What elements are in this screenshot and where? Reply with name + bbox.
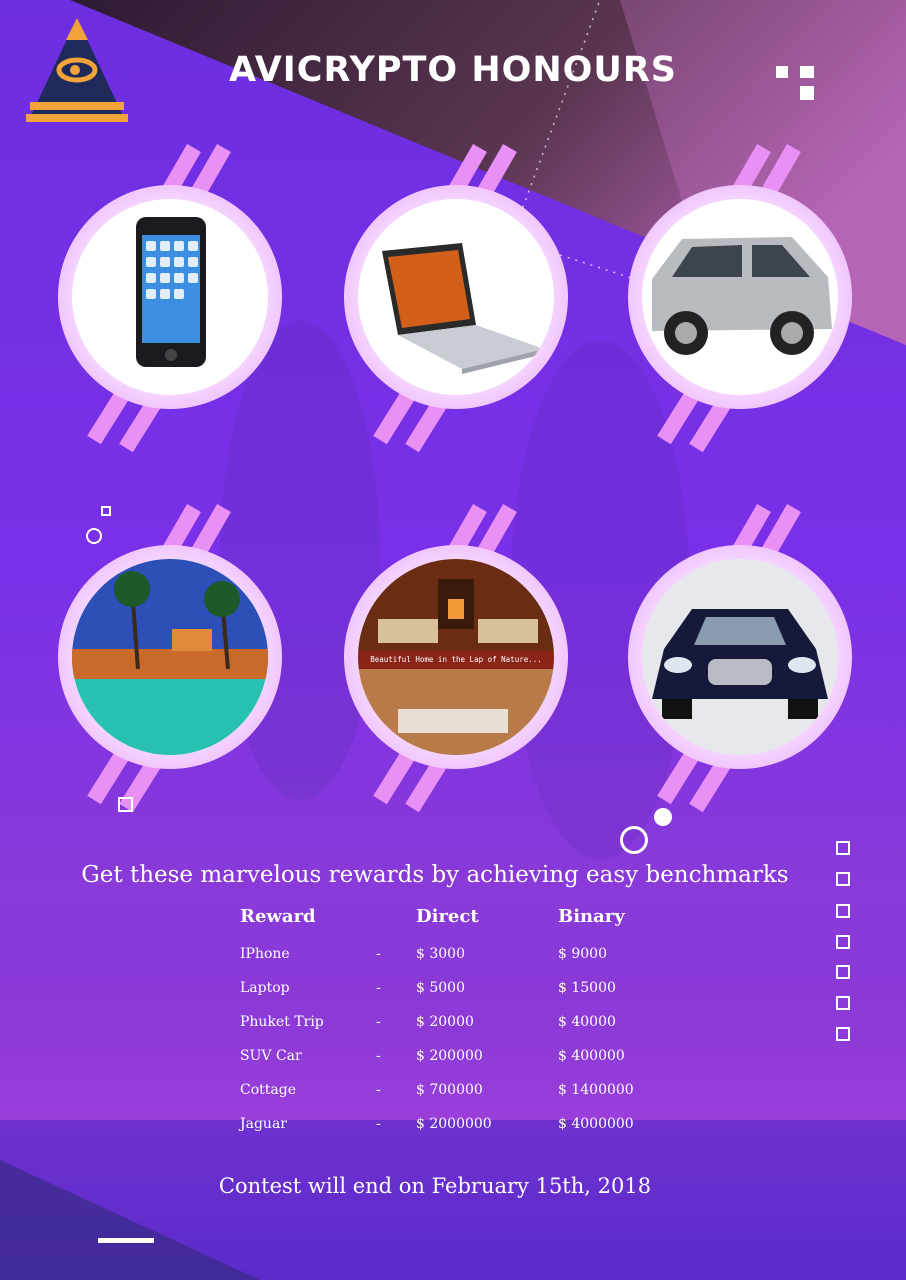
decor-bar [98,1238,154,1243]
decor-dot [654,808,672,826]
direct-cell: $ 20000 [416,1014,474,1030]
corner-decor-square [800,86,814,100]
decor-square [836,996,850,1010]
page-title: AVICRYPTO HONOURS [228,50,678,90]
reward-cell: SUV Car [240,1048,302,1064]
direct-cell: $ 5000 [416,980,465,996]
decor-square [101,506,111,516]
cottage-caption: Beautiful Home in the Lap of Nature... [358,651,554,669]
reward-cell: IPhone [240,946,290,962]
reward-cell: Phuket Trip [240,1014,324,1030]
resort-icon [72,559,268,755]
binary-cell: $ 15000 [558,980,616,996]
column-header-separator [376,906,416,937]
corner-decor-square [800,66,814,78]
tagline: Get these marvelous rewards by achieving… [81,862,789,888]
reward-cell: Cottage [240,1082,296,1098]
prize-card-iphone [54,130,286,460]
contest-end-notice: Contest will end on February 15th, 2018 [218,1174,652,1198]
decor-square [118,797,133,812]
prize-card-cottage: Beautiful Home in the Lap of Nature... [340,490,572,820]
suv-icon [652,237,832,355]
table-row: IPhone - $ 3000 $ 9000 [240,937,698,971]
direct-cell: $ 2000000 [416,1116,492,1132]
decor-square [836,1027,850,1041]
direct-cell: $ 3000 [416,946,465,962]
separator-cell: - [376,1014,381,1030]
rewards-table: Reward Direct Binary IPhone - $ 3000 $ 9… [240,906,698,1141]
binary-cell: $ 4000000 [558,1116,634,1132]
table-row: Jaguar - $ 2000000 $ 4000000 [240,1107,698,1141]
decor-circle [86,528,102,544]
corner-decor-square [776,66,788,78]
separator-cell: - [376,1082,381,1098]
column-header-reward: Reward [240,906,316,927]
decor-square [836,935,850,949]
table-row: Cottage - $ 700000 $ 1400000 [240,1073,698,1107]
binary-cell: $ 40000 [558,1014,616,1030]
reward-cell: Laptop [240,980,290,996]
table-row: Phuket Trip - $ 20000 $ 40000 [240,1005,698,1039]
binary-cell: $ 9000 [558,946,607,962]
table-row: SUV Car - $ 200000 $ 400000 [240,1039,698,1073]
direct-cell: $ 200000 [416,1048,483,1064]
separator-cell: - [376,980,381,996]
smartphone-icon [136,217,206,367]
column-header-direct: Direct [416,906,479,927]
reward-cell: Jaguar [240,1116,287,1132]
decor-square [836,841,850,855]
table-row: Laptop - $ 5000 $ 15000 [240,971,698,1005]
separator-cell: - [376,946,381,962]
laptop-icon [382,243,544,374]
decor-square [836,904,850,918]
separator-cell: - [376,1116,381,1132]
decor-square [836,965,850,979]
column-header-binary: Binary [558,906,625,927]
prize-card-laptop [340,130,572,460]
binary-cell: $ 1400000 [558,1082,634,1098]
prize-card-suv [624,130,856,460]
separator-cell: - [376,1048,381,1064]
table-header-row: Reward Direct Binary [240,906,698,937]
binary-cell: $ 400000 [558,1048,625,1064]
decor-circle [620,826,648,854]
direct-cell: $ 700000 [416,1082,483,1098]
sports-car-icon [642,559,838,755]
prize-card-jaguar [624,490,856,820]
